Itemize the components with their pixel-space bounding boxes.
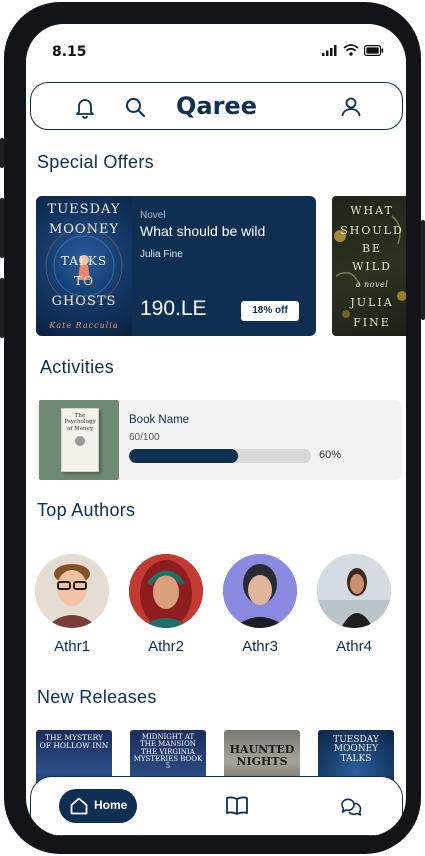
cover-author: Kate Racculia (49, 321, 119, 330)
author-card[interactable]: Athr3 (222, 554, 298, 655)
status-icons (322, 44, 384, 56)
release-cover-text: TUESDAY MOONEY TALKS (333, 735, 379, 764)
cover-emblem (75, 435, 85, 446)
activity-book-cover: The Psychology of Money (39, 400, 119, 480)
top-authors-heading: Top Authors (37, 500, 136, 520)
special-offers-heading: Special Offers (37, 152, 154, 172)
cover-line: TUESDAY (47, 202, 121, 217)
home-icon (70, 797, 88, 815)
cover-line: SHOULD (340, 224, 404, 237)
activity-pages: 60/100 (129, 432, 160, 443)
person-avatar-icon (129, 554, 203, 628)
reading-progress-percent: 60% (319, 449, 342, 461)
person-avatar-icon (317, 554, 391, 628)
bottom-navigation: Home (30, 776, 403, 836)
author-name: Athr3 (242, 638, 278, 655)
user-profile-icon[interactable] (339, 95, 363, 119)
author-card[interactable]: Athr1 (34, 554, 110, 655)
author-card[interactable]: Athr2 (128, 554, 204, 655)
author-name: Athr1 (54, 638, 90, 655)
phone-frame: 8.15 Qaree Special Offers TUESDAY MOONEY… (0, 2, 425, 854)
reading-activity-card[interactable]: The Psychology of Money Book Name 60/100… (36, 400, 402, 480)
offer-book-cover: TUESDAY MOONEY TALKS TO GHOSTS Kate Racc… (36, 196, 132, 336)
cover-author-line: FINE (353, 316, 391, 329)
release-cover-text: MIDNIGHT AT THE MANSION THE VIRGINIA MYS… (133, 733, 203, 771)
reading-progress-bar (129, 449, 311, 463)
volume-up-button (0, 198, 4, 258)
chat-bubbles-icon[interactable] (339, 794, 363, 818)
author-card[interactable]: Athr4 (316, 554, 392, 655)
app-header: Qaree (30, 82, 403, 130)
screen: 8.15 Qaree Special Offers TUESDAY MOONEY… (26, 24, 406, 836)
home-tab[interactable]: Home (59, 789, 137, 823)
cover-line: WILD (352, 260, 392, 273)
activities-heading: Activities (40, 357, 115, 377)
author-avatar (223, 554, 297, 628)
release-cover-text: THE MYSTERY OF HOLLOW INN (39, 733, 109, 750)
offer-genre: Novel (140, 210, 166, 221)
release-cover-text: HAUNTED NIGHTS (229, 743, 295, 768)
activity-cover-title: The Psychology of Money (64, 413, 96, 432)
volume-down-button (0, 278, 4, 338)
author-avatar (317, 554, 391, 628)
signal-icon (322, 45, 337, 56)
new-releases-heading: New Releases (37, 687, 157, 707)
battery-icon (364, 44, 384, 56)
offer-title: What should be wild (140, 223, 266, 239)
activity-book-name: Book Name (129, 414, 190, 426)
home-tab-label: Home (94, 798, 128, 812)
mute-switch (0, 138, 4, 168)
author-avatar (35, 554, 109, 628)
power-button (421, 220, 425, 320)
cover-tag: a novel (355, 280, 389, 289)
person-avatar-icon (223, 554, 297, 628)
cover-line: GHOSTS (51, 294, 117, 309)
offer-price: 190.LE (140, 297, 207, 320)
special-offer-card[interactable]: TUESDAY MOONEY TALKS TO GHOSTS Kate Racc… (36, 196, 316, 336)
wifi-icon (343, 44, 359, 56)
activity-book-thumbnail: The Psychology of Money (61, 408, 99, 472)
author-name: Athr4 (336, 638, 372, 655)
cover-line: TALKS (60, 254, 108, 268)
reading-progress-fill (129, 449, 239, 463)
cover-line: BE (361, 242, 383, 255)
open-book-icon[interactable] (225, 795, 249, 817)
cover-line: WHAT (350, 204, 394, 217)
second-offer-cover[interactable]: WHAT SHOULD BE WILD a novel JULIA FINE (332, 196, 406, 336)
status-time: 8.15 (52, 44, 87, 60)
author-avatar (129, 554, 203, 628)
status-bar: 8.15 (26, 24, 406, 74)
offer-author: Julia Fine (140, 249, 183, 260)
cover-line: TO (74, 274, 94, 288)
discount-badge: 18% off (241, 301, 299, 321)
author-name: Athr2 (148, 638, 184, 655)
cover-author-line: JULIA (350, 296, 394, 309)
cover-line: MOONEY (48, 222, 120, 237)
person-avatar-icon (35, 554, 109, 628)
